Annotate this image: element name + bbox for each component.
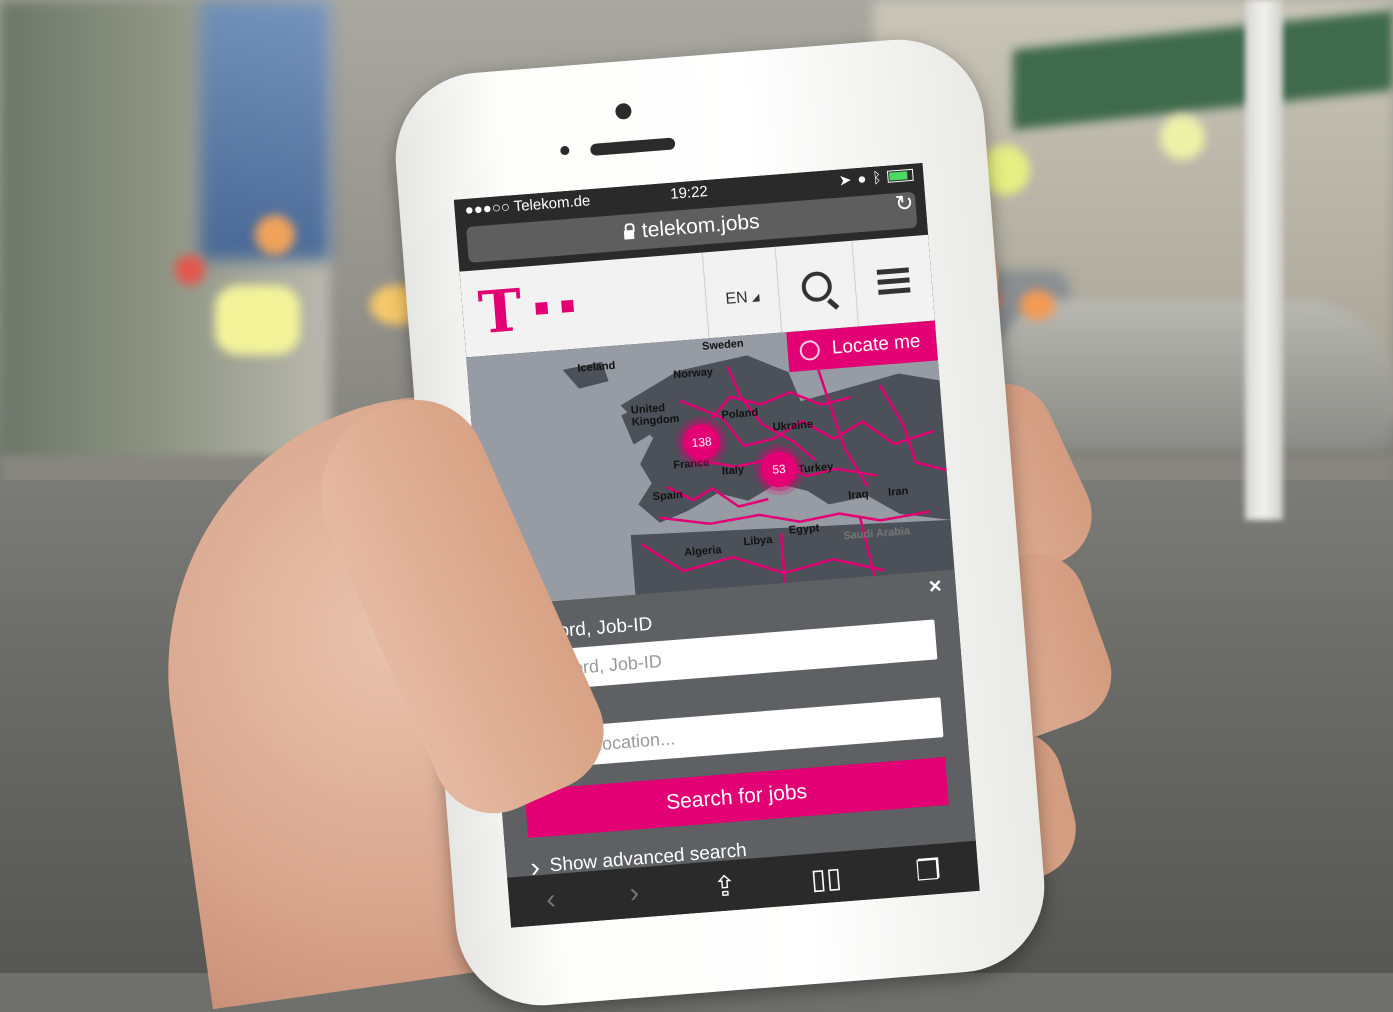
logo-letter: T [476,275,525,348]
reload-icon[interactable]: ↻ [894,190,914,217]
forward-icon[interactable]: › [628,877,640,910]
bokeh-light [1020,290,1055,320]
menu-button[interactable] [851,234,935,327]
map-label: Iraq [847,488,869,502]
logo-dot [561,299,575,313]
locate-me-label: Locate me [831,330,922,359]
close-icon[interactable]: × [928,573,943,600]
bokeh-light [1160,115,1205,160]
bokeh-light [255,215,295,255]
proximity-sensor [559,145,570,156]
alarm-icon: ● [856,169,868,188]
hamburger-menu-icon [876,266,911,295]
caret-icon: ◢ [751,291,760,304]
street-pole [1245,0,1283,520]
map-label: Italy [721,463,745,478]
map-label: Spain [652,488,684,504]
blurred-car [1000,300,1393,450]
earpiece-speaker [589,137,676,157]
logo-dot [535,301,549,315]
language-selector[interactable]: EN ◢ [701,246,782,339]
language-label: EN [724,289,749,308]
lock-icon [623,229,635,240]
map-label: Libya [743,533,773,549]
crosshair-icon [799,339,821,362]
bluetooth-icon: ᛒ [871,168,883,187]
bokeh-light [175,255,205,285]
phone-screen: ●●●○○ Telekom.de 19:22 ➤ ● ᛒ telekom.job… [453,163,980,928]
location-icon: ➤ [838,171,853,190]
bokeh-light [215,285,300,355]
battery-icon [886,168,914,183]
jobs-map[interactable]: Locate me Iceland Sweden Norway United K… [466,320,955,607]
tabs-icon[interactable]: ❐ [914,852,942,887]
search-button[interactable] [774,240,859,333]
back-icon[interactable]: ‹ [545,883,557,916]
map-label: Iran [887,485,909,499]
bookmarks-icon[interactable]: ▯▯ [809,860,842,895]
search-icon [800,270,833,303]
front-camera [614,102,633,120]
map-label: United Kingdom [630,401,680,429]
url-text: telekom.jobs [641,210,761,243]
share-icon[interactable]: ⇪ [712,868,738,903]
map-label: Egypt [788,522,820,537]
